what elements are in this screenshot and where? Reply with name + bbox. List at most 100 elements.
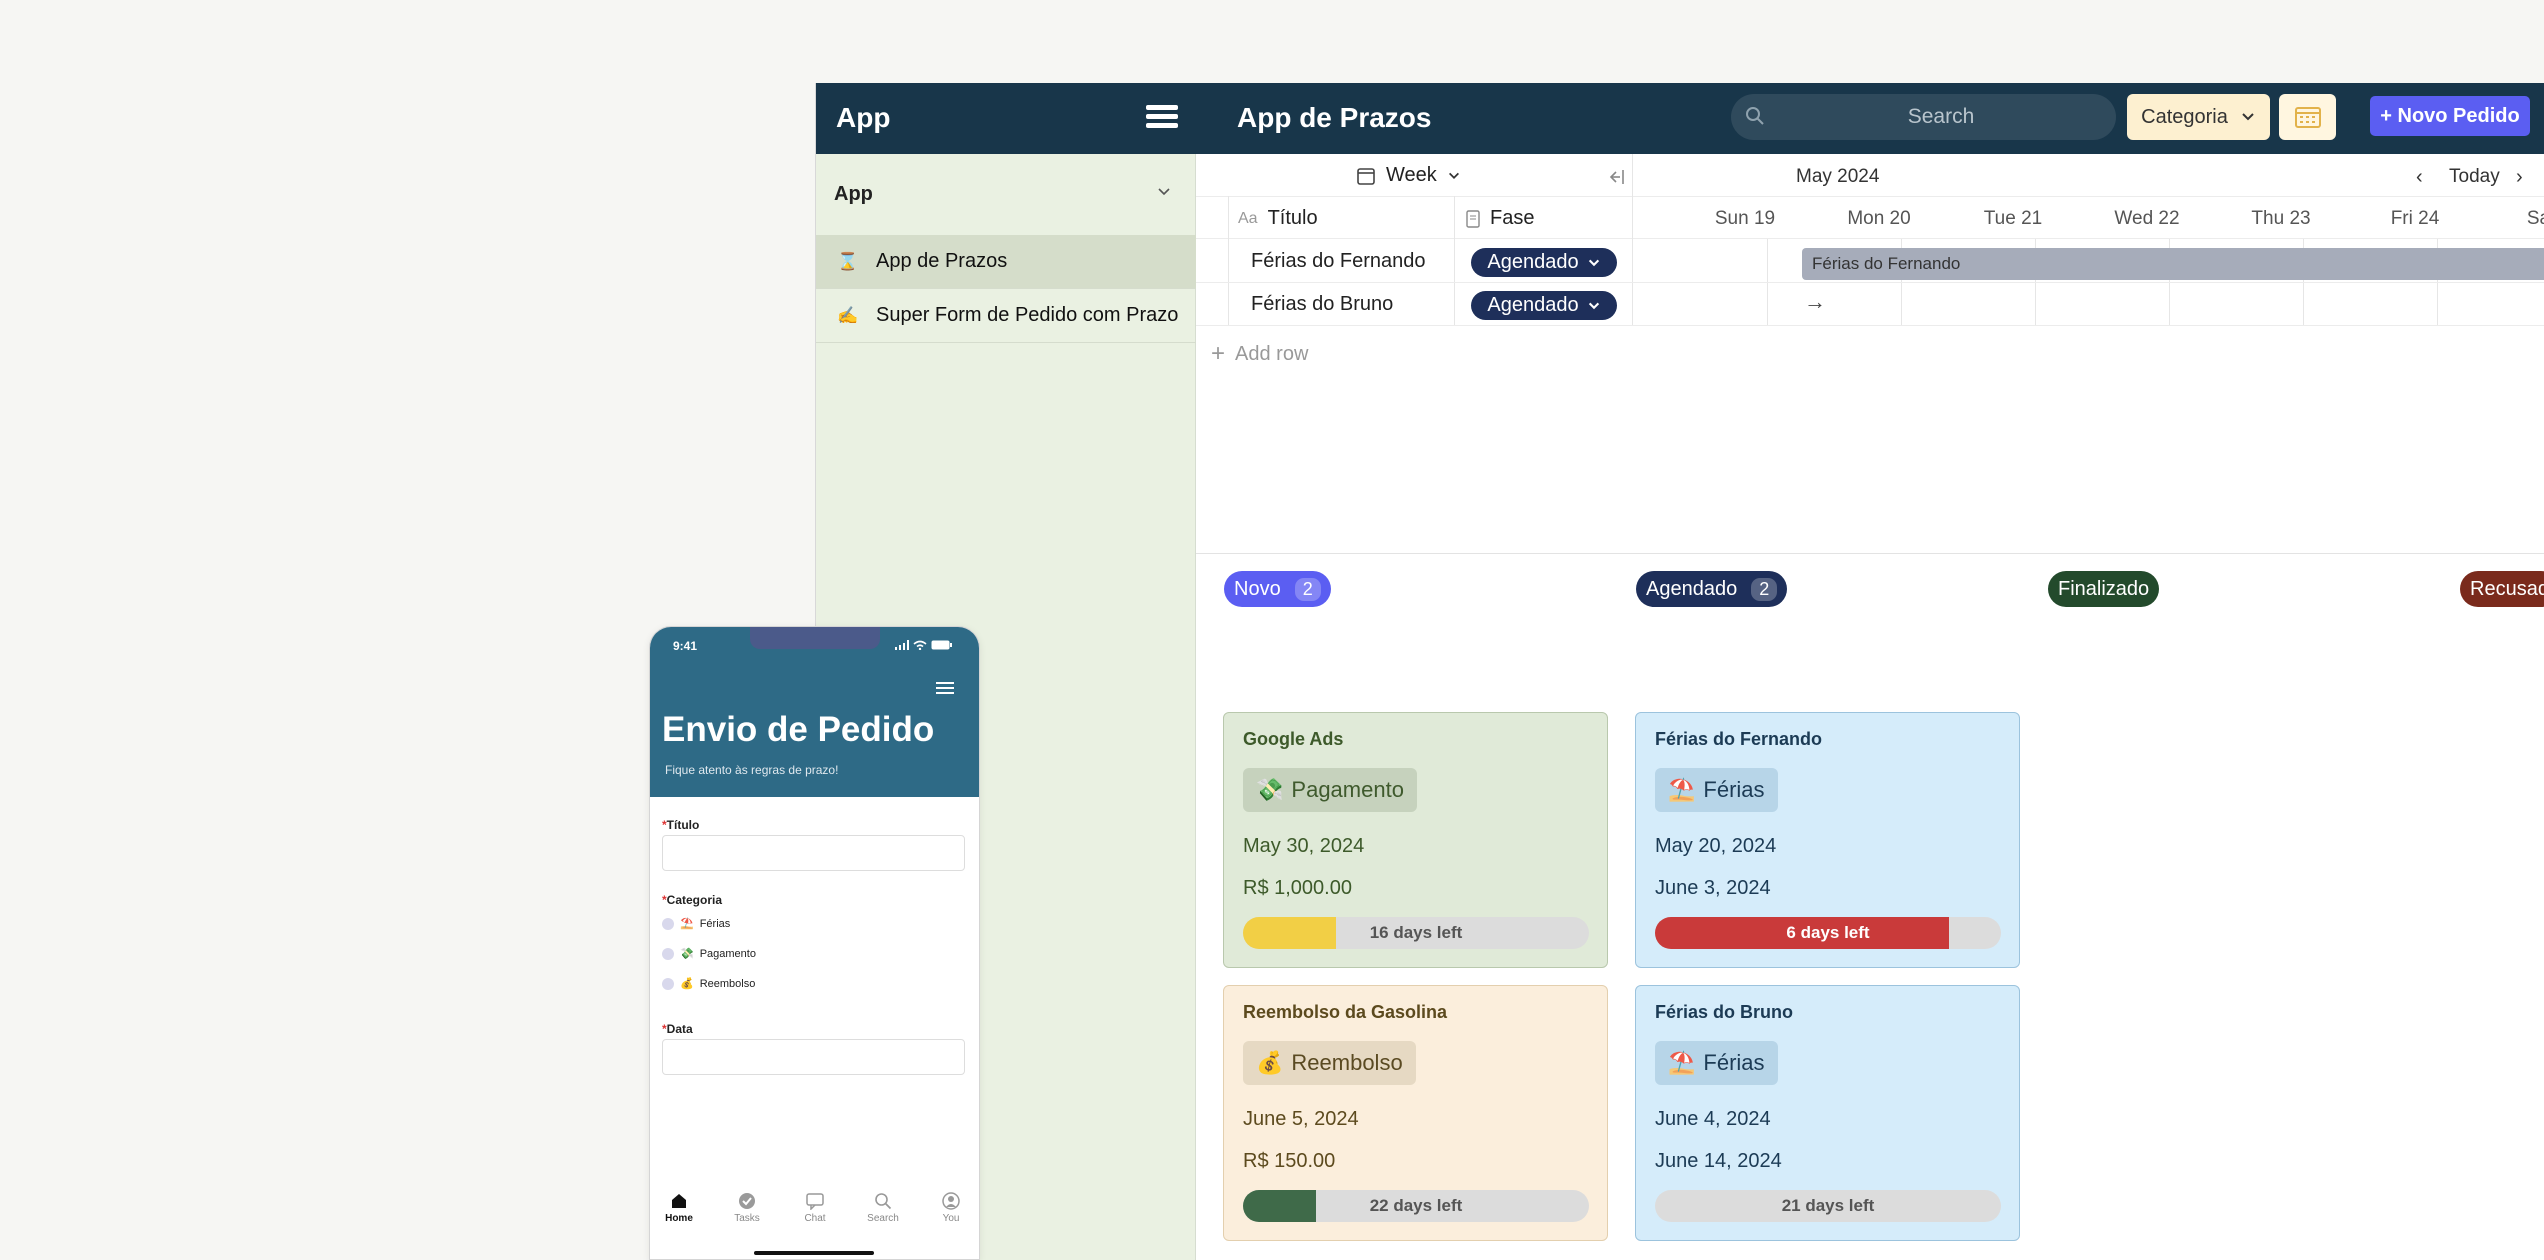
chevron-down-icon <box>1588 259 1599 266</box>
page-title: App de Prazos <box>1237 102 1432 133</box>
search-box[interactable] <box>1731 94 2116 140</box>
titulo-input[interactable] <box>662 835 965 871</box>
fase-status-dropdown[interactable]: Agendado <box>1471 248 1617 277</box>
data-input[interactable] <box>662 1039 965 1075</box>
kanban-card[interactable]: Férias do Fernando ⛱️ Férias May 20, 2024… <box>1635 712 2020 968</box>
sidebar-group-label: App <box>834 183 873 205</box>
column-header-titulo[interactable]: Aa Título <box>1238 197 1318 240</box>
tag-label: Férias <box>1703 777 1765 802</box>
sidebar-item-app-de-prazos[interactable]: ⌛ App de Prazos <box>816 235 1196 289</box>
progress-text: 21 days left <box>1781 1196 1875 1215</box>
week-label: Week <box>1386 164 1437 186</box>
money-wings-icon: 💸 <box>1256 777 1284 802</box>
card-start-date: May 20, 2024 <box>1655 835 1777 857</box>
tab-label: Tasks <box>734 1213 760 1224</box>
column-pill-recusado[interactable]: Recusad <box>2460 571 2544 607</box>
kanban-card[interactable]: Google Ads 💸 Pagamento May 30, 2024 R$ 1,… <box>1223 712 1608 968</box>
arrow-right-icon[interactable]: → <box>1804 289 1826 315</box>
hamburger-menu-icon[interactable] <box>1146 105 1178 131</box>
app-name: App <box>836 102 891 133</box>
tag-label: Pagamento <box>1291 777 1404 802</box>
phone-tab-bar: Home Tasks Chat Search You <box>650 1192 979 1252</box>
status-icons <box>895 639 965 651</box>
tab-you[interactable]: You <box>926 1192 976 1224</box>
collapse-left-icon[interactable] <box>1606 166 1628 188</box>
tab-home[interactable]: Home <box>654 1192 704 1224</box>
status-time: 9:41 <box>673 639 698 653</box>
form-subtitle: Fique atento às regras de prazo! <box>665 763 839 777</box>
today-button[interactable]: Today <box>2449 166 2500 188</box>
calendar-icon <box>2294 107 2321 128</box>
tab-label: Chat <box>804 1213 826 1224</box>
chevron-down-icon[interactable] <box>1156 184 1172 200</box>
add-row-label: Add row <box>1235 342 1309 365</box>
tab-chat[interactable]: Chat <box>790 1192 840 1224</box>
column-label: Fase <box>1490 207 1535 229</box>
deadline-progress-bar: 16 days left <box>1243 917 1589 949</box>
phone-notch <box>750 627 880 649</box>
day-header: Wed 22 <box>2114 208 2180 229</box>
table-row[interactable]: Férias do Bruno Agendado <box>1196 283 2544 326</box>
money-wings-icon: 💸 <box>680 948 694 960</box>
money-bag-icon: 💰 <box>1256 1050 1284 1075</box>
column-pill-agendado[interactable]: Agendado 2 <box>1636 571 1788 607</box>
beach-umbrella-icon: ⛱️ <box>1668 1050 1696 1075</box>
categoria-filter-button[interactable]: Categoria <box>2127 94 2270 140</box>
card-date: May 30, 2024 <box>1243 835 1365 857</box>
kanban-card[interactable]: Férias do Bruno ⛱️ Férias June 4, 2024 Ju… <box>1635 985 2020 1241</box>
calendar-button[interactable] <box>2279 94 2336 140</box>
fase-status-dropdown[interactable]: Agendado <box>1471 291 1617 320</box>
plus-icon: + <box>1211 340 1226 367</box>
radio-pagamento[interactable]: 💸 Pagamento <box>662 947 756 960</box>
radio-reembolso[interactable]: 💰 Reembolso <box>662 977 755 990</box>
card-title: Reembolso da Gasolina <box>1243 1002 1448 1022</box>
month-label: May 2024 <box>1796 166 1880 187</box>
phone-header: 9:41 Envio de Pedido Fique atento às reg… <box>650 627 979 797</box>
phone-mockup: 9:41 Envio de Pedido Fique atento às reg… <box>649 626 980 1260</box>
field-label: Título <box>666 818 700 832</box>
category-tag: 💸 Pagamento <box>1243 768 1417 812</box>
category-tag: ⛱️ Férias <box>1655 1041 1778 1085</box>
chevron-down-icon <box>1448 172 1459 179</box>
prev-week-icon[interactable]: ‹ <box>2416 166 2423 189</box>
check-circle-icon <box>739 1193 755 1209</box>
category-tag: ⛱️ Férias <box>1655 768 1778 812</box>
radio-ferias[interactable]: ⛱️ Férias <box>662 917 730 930</box>
day-header: Thu 23 <box>2251 208 2311 229</box>
kanban-card[interactable]: Reembolso da Gasolina 💰 Reembolso June 5,… <box>1223 985 1608 1241</box>
home-icon <box>672 1194 686 1208</box>
hamburger-menu-icon[interactable] <box>936 682 954 696</box>
form-title: Envio de Pedido <box>662 710 935 749</box>
column-header-fase[interactable]: Fase <box>1466 197 1534 240</box>
search-icon <box>875 1193 892 1210</box>
radio-dot <box>662 947 674 960</box>
add-row-button[interactable]: + Add row <box>1211 340 1308 368</box>
top-bar: App App de Prazos Categoria + Novo Pedid… <box>816 83 2544 154</box>
app-window: App App de Prazos Categoria + Novo Pedid… <box>815 83 2544 1260</box>
next-week-icon[interactable]: › <box>2516 166 2523 189</box>
week-view-selector[interactable]: Week <box>1356 164 1461 187</box>
writing-hand-icon: ✍️ <box>837 305 859 325</box>
tab-tasks[interactable]: Tasks <box>722 1192 772 1224</box>
sidebar-item-label: Super Form de Pedido com Prazo <box>876 304 1179 326</box>
chevron-down-icon <box>1588 302 1599 309</box>
day-header: Mon 20 <box>1847 208 1911 229</box>
gantt-bar[interactable]: Férias do Fernando <box>1802 248 2544 280</box>
column-pill-novo[interactable]: Novo 2 <box>1224 571 1331 607</box>
sidebar-group[interactable]: App <box>816 154 1196 234</box>
field-label: Data <box>666 1022 693 1036</box>
column-pill-finalizado[interactable]: Finalizado <box>2048 571 2160 607</box>
card-title: Google Ads <box>1243 729 1344 749</box>
day-header: Tue 21 <box>1983 208 2043 229</box>
search-input[interactable] <box>1781 94 2101 140</box>
tab-label: You <box>942 1213 960 1224</box>
novo-pedido-button[interactable]: + Novo Pedido <box>2370 96 2530 136</box>
chat-icon <box>806 1193 824 1210</box>
column-label: Recusad <box>2470 577 2544 600</box>
sidebar-item-super-form[interactable]: ✍️ Super Form de Pedido com Prazo <box>816 289 1196 343</box>
tag-label: Férias <box>1703 1050 1765 1075</box>
tag-label: Reembolso <box>1291 1050 1403 1075</box>
tab-search[interactable]: Search <box>858 1192 908 1224</box>
card-end-date: June 14, 2024 <box>1655 1150 1782 1172</box>
row-title: Férias do Bruno <box>1251 293 1394 315</box>
